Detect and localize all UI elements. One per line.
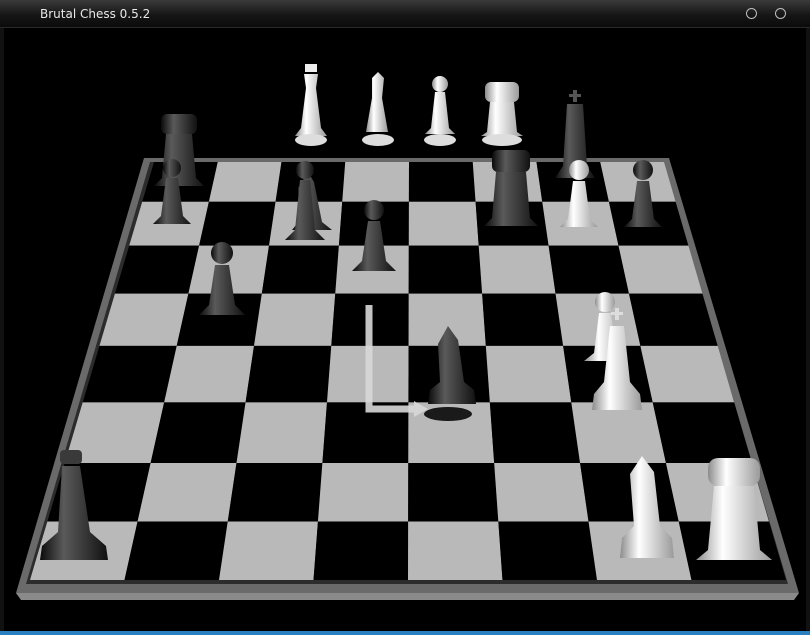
white-pawn[interactable] bbox=[424, 76, 456, 146]
chess-scene[interactable] bbox=[4, 28, 806, 631]
white-queen[interactable] bbox=[295, 64, 327, 146]
board-square[interactable] bbox=[219, 521, 318, 580]
white-rook[interactable] bbox=[481, 82, 523, 146]
board-square[interactable] bbox=[489, 402, 581, 463]
title-bar: Brutal Chess 0.5.2 bbox=[0, 0, 810, 28]
close-button[interactable] bbox=[775, 8, 786, 19]
game-viewport[interactable] bbox=[0, 28, 810, 631]
board-frame-lip bbox=[16, 593, 799, 600]
board-square[interactable] bbox=[236, 402, 327, 463]
board-square[interactable] bbox=[571, 402, 666, 463]
board-square[interactable] bbox=[478, 245, 556, 294]
window-title: Brutal Chess 0.5.2 bbox=[40, 7, 151, 21]
board-square[interactable] bbox=[342, 162, 409, 202]
board-squares[interactable] bbox=[30, 162, 786, 580]
board-square[interactable] bbox=[485, 345, 572, 403]
board-square[interactable] bbox=[408, 462, 499, 522]
board-square[interactable] bbox=[245, 345, 332, 403]
board-square[interactable] bbox=[618, 245, 703, 294]
board-square[interactable] bbox=[548, 245, 629, 294]
board-square[interactable] bbox=[114, 245, 200, 294]
board-square[interactable] bbox=[99, 293, 189, 346]
board-square[interactable] bbox=[408, 521, 503, 580]
maximize-button[interactable] bbox=[746, 8, 757, 19]
white-bishop[interactable] bbox=[362, 72, 394, 146]
board-square[interactable] bbox=[580, 462, 679, 522]
board-square[interactable] bbox=[494, 462, 589, 522]
board-square[interactable] bbox=[498, 521, 597, 580]
board-square[interactable] bbox=[137, 462, 237, 522]
board-square[interactable] bbox=[227, 462, 323, 522]
board-square[interactable] bbox=[261, 245, 339, 294]
board-square[interactable] bbox=[317, 462, 409, 522]
board-square[interactable] bbox=[313, 521, 409, 580]
board-square[interactable] bbox=[254, 293, 336, 346]
board-square[interactable] bbox=[408, 162, 476, 202]
board-square[interactable] bbox=[124, 521, 228, 580]
board-square[interactable] bbox=[199, 201, 276, 246]
board-square[interactable] bbox=[628, 293, 718, 346]
board-square[interactable] bbox=[150, 402, 246, 463]
board-square[interactable] bbox=[408, 201, 479, 246]
board-square[interactable] bbox=[408, 245, 483, 294]
board-square[interactable] bbox=[208, 162, 282, 202]
board-square[interactable] bbox=[164, 345, 254, 403]
board-square[interactable] bbox=[482, 293, 564, 346]
board-square[interactable] bbox=[640, 345, 735, 403]
taskbar-accent bbox=[0, 631, 810, 635]
